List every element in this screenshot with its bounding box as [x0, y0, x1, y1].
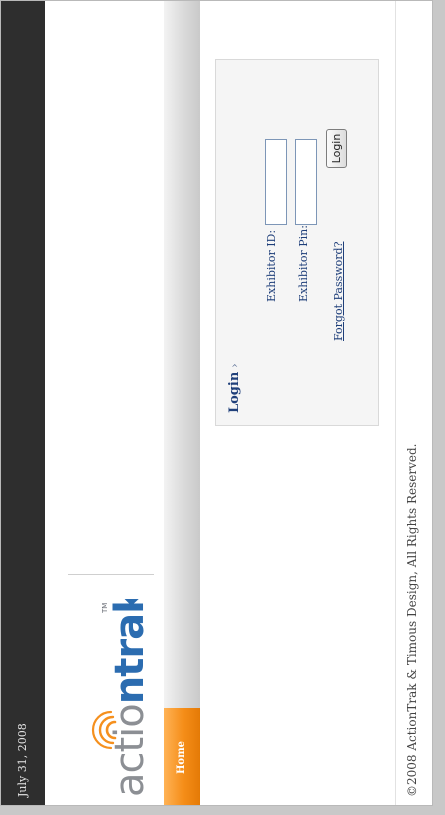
login-panel: Login › Exhibitor ID: Exhibitor Pin: Forg… — [215, 59, 379, 426]
exhibitor-id-label: Exhibitor ID: — [265, 229, 278, 302]
rotated-page: July 31, 2008 actiontrak TM Home Login › … — [1, 1, 432, 805]
login-title-text: Login — [227, 371, 242, 413]
logo-text-ntrak: ntrak — [107, 599, 149, 704]
logo-divider — [68, 574, 154, 575]
svg-text:actiontrak: actiontrak — [107, 599, 149, 797]
trademark-mark: TM — [101, 603, 109, 614]
exhibitor-pin-label: Exhibitor Pin: — [297, 225, 310, 302]
forgot-password-link[interactable]: Forgot Password? — [332, 242, 345, 341]
logo-text-acti: acti — [107, 728, 149, 797]
nav-bar — [164, 1, 200, 805]
copyright-text: ©2008 ActionTrak & Timous Design, All Ri… — [405, 443, 419, 797]
chevron-right-icon: › — [228, 363, 241, 368]
actiontrak-logo: actiontrak TM — [91, 599, 149, 797]
logo-text-o: o — [107, 704, 149, 727]
page-frame: July 31, 2008 actiontrak TM Home Login › … — [0, 0, 433, 806]
exhibitor-id-input[interactable] — [265, 139, 287, 225]
current-date: July 31, 2008 — [16, 723, 29, 797]
exhibitor-pin-input[interactable] — [295, 139, 317, 225]
login-button[interactable]: Login — [326, 129, 347, 168]
login-title: Login › — [227, 363, 242, 413]
footer-divider — [395, 1, 396, 805]
top-bar: July 31, 2008 — [1, 1, 45, 805]
nav-tab-home[interactable]: Home — [164, 708, 200, 805]
